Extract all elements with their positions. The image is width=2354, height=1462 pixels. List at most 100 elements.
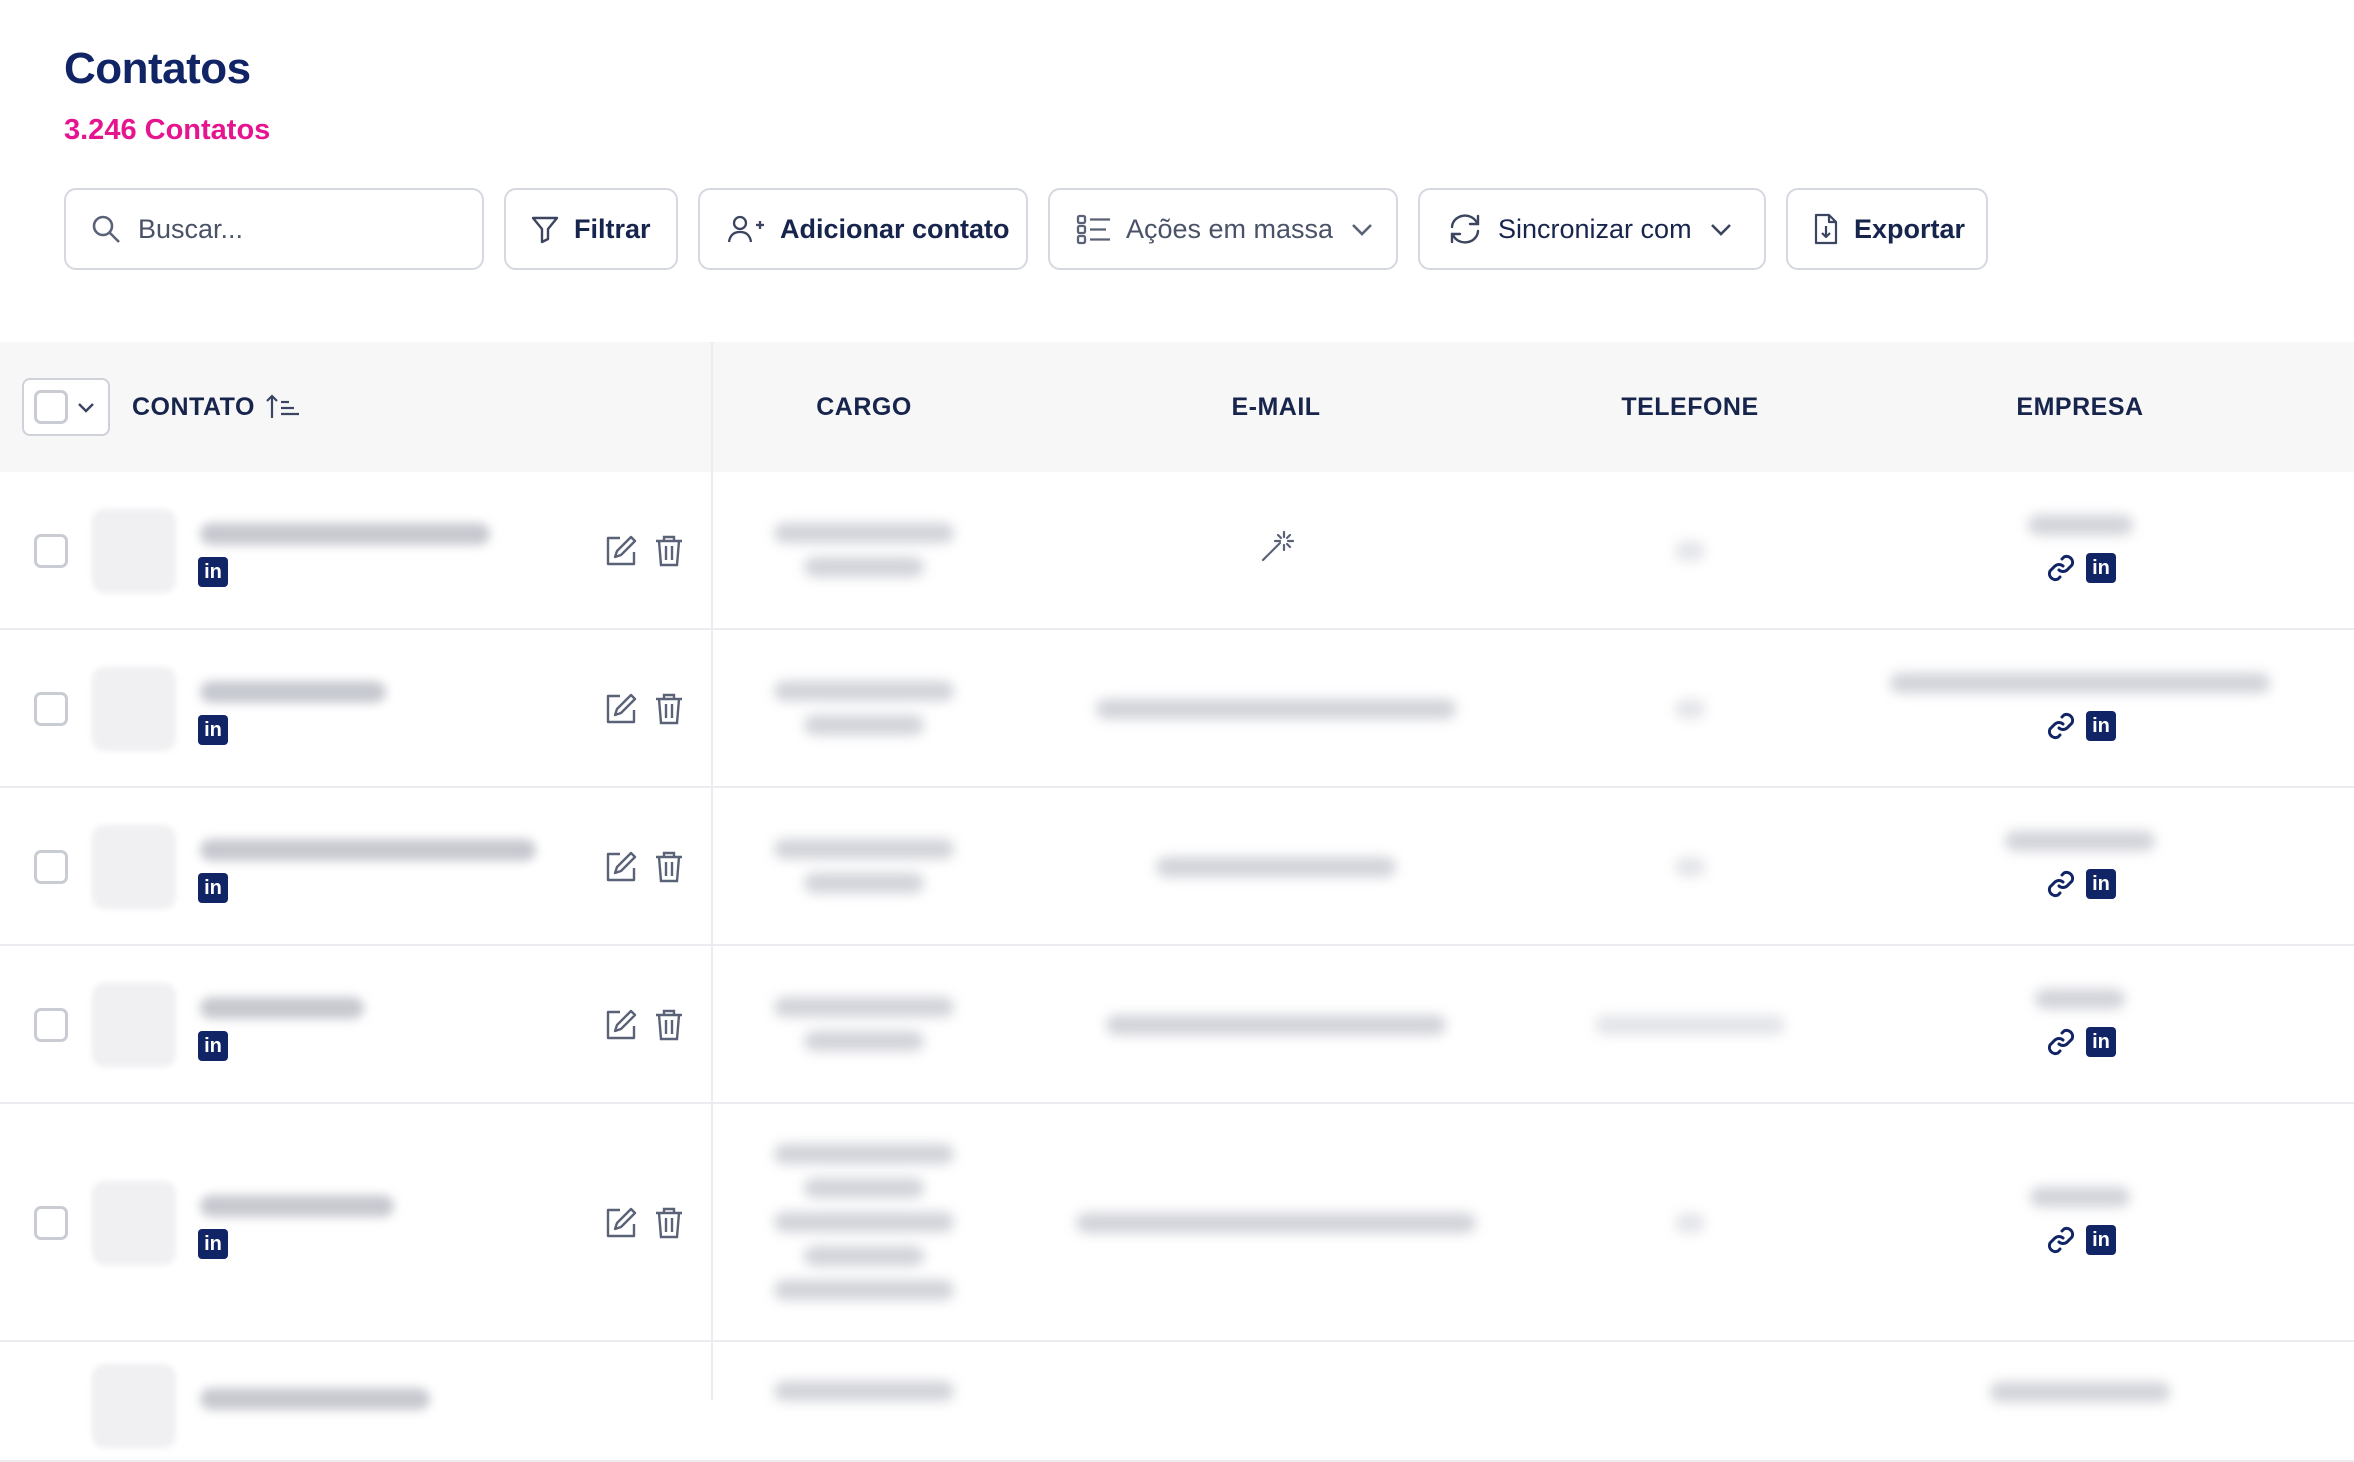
role-text xyxy=(774,1144,954,1164)
link-icon[interactable] xyxy=(2046,1225,2076,1260)
filter-label: Filtrar xyxy=(574,213,651,244)
table-row: in in xyxy=(0,630,2354,788)
sort-ascending-icon[interactable] xyxy=(265,392,301,422)
trash-icon[interactable] xyxy=(654,692,684,731)
edit-icon[interactable] xyxy=(604,850,638,889)
role-text xyxy=(804,1246,924,1266)
search-icon xyxy=(92,215,120,243)
edit-icon[interactable] xyxy=(604,1206,638,1245)
edit-icon[interactable] xyxy=(604,1008,638,1047)
row-checkbox[interactable] xyxy=(34,1206,68,1240)
company-name xyxy=(2035,989,2125,1009)
trash-icon[interactable] xyxy=(654,850,684,889)
company-name xyxy=(1890,673,2270,693)
company-name xyxy=(1990,1382,2170,1402)
contact-name xyxy=(200,997,364,1019)
contact-name xyxy=(200,1195,394,1217)
linkedin-icon[interactable]: in xyxy=(2086,1225,2116,1255)
role-text xyxy=(804,1178,924,1198)
table-row: in in xyxy=(0,946,2354,1104)
filter-icon xyxy=(531,216,559,244)
avatar xyxy=(92,509,176,593)
row-checkbox[interactable] xyxy=(34,850,68,884)
search-box[interactable]: Buscar... xyxy=(64,188,484,270)
linkedin-icon[interactable]: in xyxy=(2086,869,2116,899)
sync-label: Sincronizar com xyxy=(1498,213,1692,244)
sync-icon xyxy=(1450,214,1480,244)
linkedin-icon[interactable]: in xyxy=(198,1031,228,1061)
linkedin-icon[interactable]: in xyxy=(2086,553,2116,583)
role-text xyxy=(804,873,924,893)
contact-name xyxy=(200,681,386,703)
trash-icon[interactable] xyxy=(654,1206,684,1245)
add-user-icon xyxy=(727,215,764,243)
email-text xyxy=(1156,857,1396,877)
link-icon[interactable] xyxy=(2046,1027,2076,1062)
column-header-company[interactable]: EMPRESA xyxy=(1930,342,2230,472)
filter-button[interactable]: Filtrar xyxy=(504,188,678,270)
linkedin-icon[interactable]: in xyxy=(198,1229,228,1259)
table-row: in in xyxy=(0,1104,2354,1342)
avatar xyxy=(92,825,176,909)
company-name xyxy=(2027,515,2133,535)
linkedin-icon[interactable]: in xyxy=(2086,711,2116,741)
row-checkbox[interactable] xyxy=(34,534,68,568)
row-checkbox[interactable] xyxy=(34,692,68,726)
trash-icon[interactable] xyxy=(654,1008,684,1047)
role-text xyxy=(774,523,954,543)
sync-dropdown[interactable]: Sincronizar com xyxy=(1418,188,1766,270)
export-label: Exportar xyxy=(1854,213,1966,244)
select-all-dropdown[interactable] xyxy=(22,378,110,436)
role-text xyxy=(774,839,954,859)
column-header-role[interactable]: CARGO xyxy=(714,342,1014,472)
export-button[interactable]: Exportar xyxy=(1786,188,1988,270)
column-header-phone[interactable]: TELEFONE xyxy=(1540,342,1840,472)
bulk-actions-dropdown[interactable]: Ações em massa xyxy=(1048,188,1398,270)
contact-name xyxy=(200,839,536,861)
company-name xyxy=(2005,831,2155,851)
select-all-checkbox[interactable] xyxy=(34,390,68,424)
role-text xyxy=(774,997,954,1017)
link-icon[interactable] xyxy=(2046,869,2076,904)
chevron-down-icon xyxy=(1710,224,1731,236)
linkedin-icon[interactable]: in xyxy=(198,715,228,745)
phone-text xyxy=(1675,857,1705,877)
column-header-email[interactable]: E-MAIL xyxy=(1126,342,1426,472)
role-text xyxy=(804,557,924,577)
phone-text xyxy=(1675,1213,1705,1233)
bulk-actions-label: Ações em massa xyxy=(1126,213,1334,244)
phone-text xyxy=(1675,541,1705,561)
email-text xyxy=(1096,699,1456,719)
add-contact-label: Adicionar contato xyxy=(780,213,1010,244)
role-text xyxy=(774,1381,954,1401)
link-icon[interactable] xyxy=(2046,711,2076,746)
row-checkbox[interactable] xyxy=(34,1008,68,1042)
role-text xyxy=(804,1031,924,1051)
add-contact-button[interactable]: Adicionar contato xyxy=(698,188,1028,270)
table-row: in in xyxy=(0,472,2354,630)
trash-icon[interactable] xyxy=(654,534,684,573)
column-header-contact[interactable]: CONTATO xyxy=(132,342,301,472)
search-input-placeholder[interactable]: Buscar... xyxy=(138,214,243,245)
edit-icon[interactable] xyxy=(604,692,638,731)
page-title: Contatos xyxy=(64,44,251,93)
table-row xyxy=(0,1342,2354,1462)
linkedin-icon[interactable]: in xyxy=(198,557,228,587)
magic-wand-icon[interactable] xyxy=(1260,529,1295,568)
edit-icon[interactable] xyxy=(604,534,638,573)
table-header: CONTATO CARGO E-MAIL TELEFONE EMPRESA xyxy=(0,342,2354,472)
link-icon[interactable] xyxy=(2046,553,2076,588)
contact-name xyxy=(200,523,490,545)
chevron-down-icon[interactable] xyxy=(76,397,96,417)
role-text xyxy=(774,681,954,701)
table-row: in in xyxy=(0,788,2354,946)
contacts-count: 3.246 Contatos xyxy=(64,114,271,146)
role-text xyxy=(804,715,924,735)
phone-text xyxy=(1675,699,1705,719)
contact-name xyxy=(200,1388,430,1410)
email-text xyxy=(1076,1213,1476,1233)
linkedin-icon[interactable]: in xyxy=(198,873,228,903)
linkedin-icon[interactable]: in xyxy=(2086,1027,2116,1057)
export-file-icon xyxy=(1814,213,1838,245)
checklist-icon xyxy=(1076,214,1110,245)
